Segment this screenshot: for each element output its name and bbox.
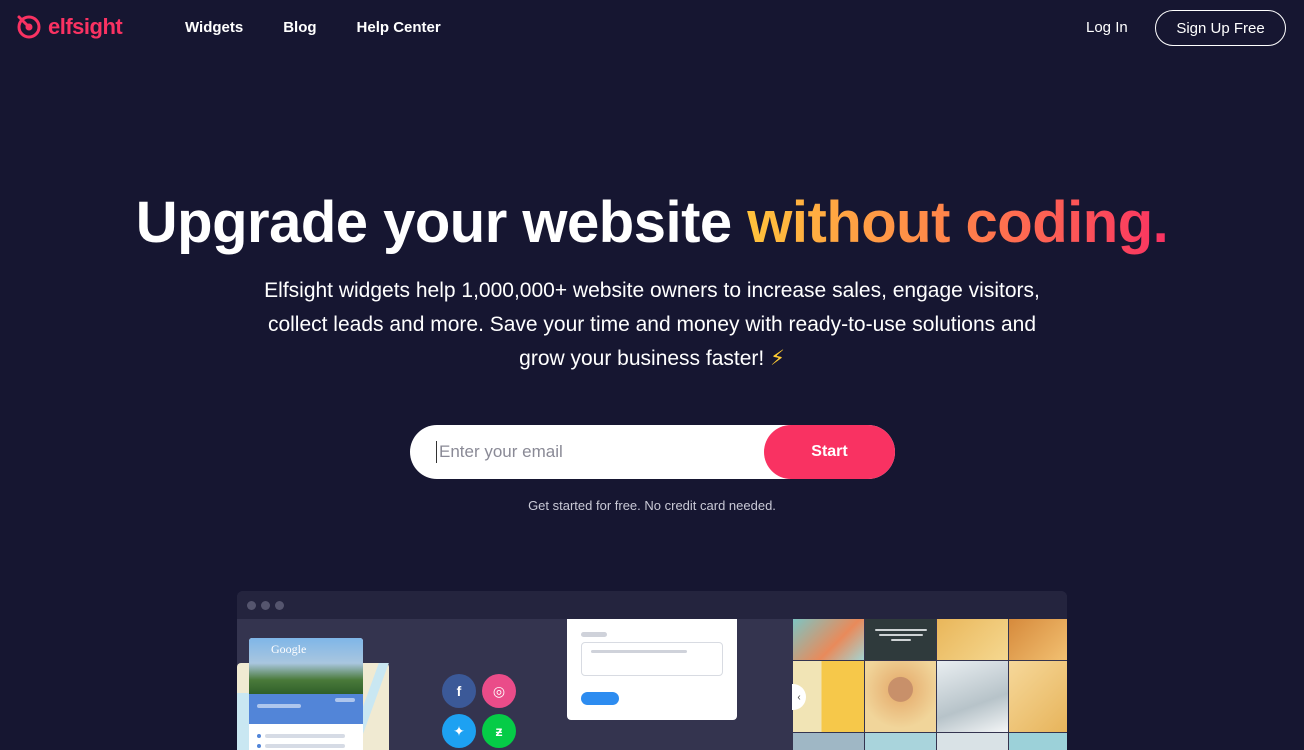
placeholder-line (891, 639, 911, 641)
hero-headline: Upgrade your website without coding. (0, 188, 1304, 258)
google-office-image: Google (249, 638, 363, 694)
headline-accent: without coding. (747, 190, 1169, 255)
placeholder-line (875, 629, 927, 631)
hero-subtext: Elfsight widgets help 1,000,000+ website… (252, 274, 1052, 376)
elfsight-logo-icon (17, 15, 41, 39)
signup-form: Start (410, 425, 895, 479)
headline-plain: Upgrade your website (135, 190, 748, 255)
deviantart-icon[interactable]: ƶ (482, 714, 516, 748)
nav-links: Widgets Blog Help Center (185, 19, 441, 36)
instagram-gallery (793, 619, 1067, 750)
gallery-image (793, 619, 864, 660)
placeholder-line (879, 634, 923, 636)
placeholder-line (581, 632, 607, 637)
gallery-image (793, 733, 864, 750)
gallery-image (865, 661, 936, 732)
window-dot-icon (261, 601, 270, 610)
form-input-preview (581, 642, 723, 676)
bullet-icon (257, 744, 261, 748)
google-label: Google (271, 642, 307, 656)
nav-link-blog[interactable]: Blog (283, 19, 316, 36)
brand-logo[interactable]: elfsight (16, 14, 123, 40)
lightning-icon: ⚡ (770, 347, 785, 370)
gallery-image (937, 619, 1008, 660)
hero-subtext-text: Elfsight widgets help 1,000,000+ website… (264, 279, 1040, 370)
nav-link-widgets[interactable]: Widgets (185, 19, 243, 36)
login-link[interactable]: Log In (1086, 19, 1128, 36)
gallery-image (1009, 733, 1067, 750)
browser-content: Google f ◎ ✦ ƶ ‹ (237, 619, 1067, 750)
nav-link-help-center[interactable]: Help Center (357, 19, 441, 36)
bullet-icon (257, 734, 261, 738)
window-dot-icon (247, 601, 256, 610)
placeholder-line (591, 650, 687, 653)
facebook-icon[interactable]: f (442, 674, 476, 708)
twitter-icon[interactable]: ✦ (442, 714, 476, 748)
form-submit-preview (581, 692, 619, 705)
gallery-image (937, 661, 1008, 732)
google-reviews-card: Google (249, 638, 363, 750)
window-dot-icon (275, 601, 284, 610)
gallery-image (1009, 619, 1067, 660)
placeholder-line (265, 744, 345, 748)
gallery-image (1009, 661, 1067, 732)
placeholder-line (265, 734, 345, 738)
brand-name: elfsight (48, 14, 123, 39)
gallery-image (937, 733, 1008, 750)
gallery-image (865, 619, 936, 660)
placeholder-line (257, 704, 301, 708)
browser-mockup: Google f ◎ ✦ ƶ ‹ (237, 591, 1067, 750)
signup-button[interactable]: Sign Up Free (1155, 10, 1286, 46)
browser-toolbar (237, 591, 1067, 619)
contact-form-card (567, 619, 737, 720)
start-button[interactable]: Start (764, 425, 895, 479)
gallery-image (865, 733, 936, 750)
top-nav: elfsight Widgets Blog Help Center Log In… (0, 0, 1304, 56)
placeholder-line (335, 698, 355, 702)
signup-note: Get started for free. No credit card nee… (528, 498, 776, 513)
email-input[interactable] (436, 441, 756, 463)
dribbble-icon[interactable]: ◎ (482, 674, 516, 708)
